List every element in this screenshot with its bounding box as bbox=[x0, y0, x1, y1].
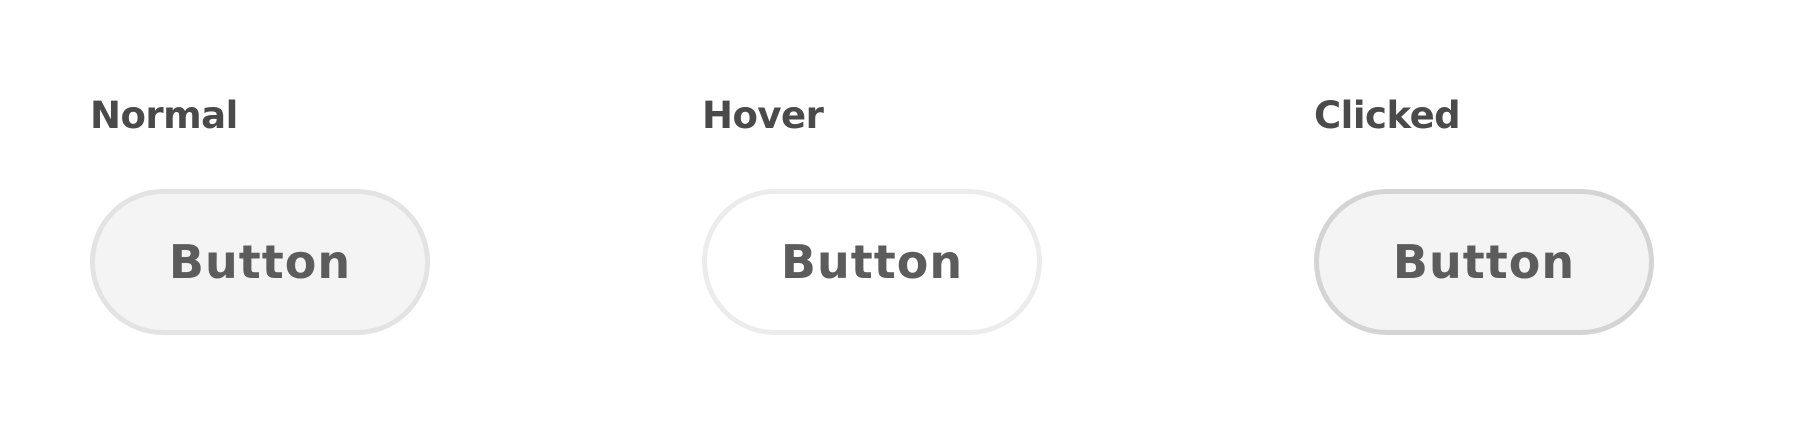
clicked-state-label: Clicked bbox=[1314, 94, 1461, 137]
normal-state-label: Normal bbox=[90, 94, 238, 137]
clicked-state-column: Clicked Button bbox=[1314, 0, 1714, 423]
hover-state-button[interactable]: Button bbox=[702, 189, 1042, 335]
normal-state-column: Normal Button bbox=[90, 0, 490, 423]
clicked-state-button[interactable]: Button bbox=[1314, 189, 1654, 335]
hover-state-column: Hover Button bbox=[702, 0, 1102, 423]
normal-state-button[interactable]: Button bbox=[90, 189, 430, 335]
hover-state-label: Hover bbox=[702, 94, 824, 137]
